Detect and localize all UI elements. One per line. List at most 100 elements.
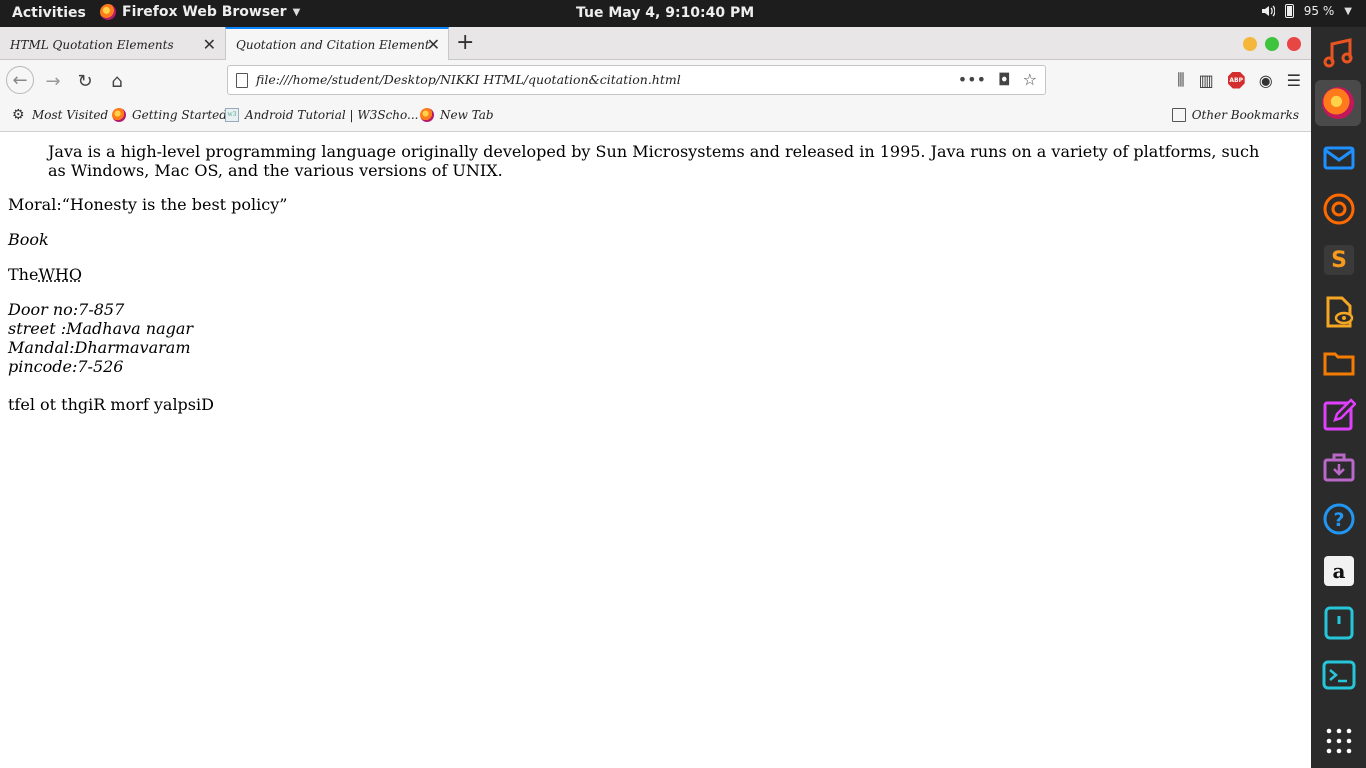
- clock[interactable]: Tue May 4, 9:10:40 PM: [576, 5, 754, 21]
- minimize-button[interactable]: [1243, 37, 1257, 51]
- bookmark-label: New Tab: [440, 108, 494, 122]
- address-block: Door no:7-857 street :Madhava nagar Mand…: [8, 300, 193, 376]
- back-button[interactable]: ←: [6, 66, 34, 94]
- firefox-icon: [420, 108, 434, 122]
- abbr-who[interactable]: WHO: [38, 265, 82, 284]
- dock-show-applications[interactable]: [1321, 723, 1357, 759]
- tab-quotation-and-citation[interactable]: Quotation and Citation Element ✕: [225, 27, 449, 60]
- volume-icon: [1261, 5, 1275, 17]
- page-icon: [236, 73, 248, 88]
- bookmark-label: Android Tutorial | W3Scho...: [245, 108, 419, 122]
- library-icon[interactable]: ⫼: [1177, 70, 1184, 90]
- amazon-icon: a: [1324, 556, 1354, 586]
- dock: S ? a: [1311, 27, 1366, 768]
- close-window-button[interactable]: [1287, 37, 1301, 51]
- adblock-icon[interactable]: ABP: [1227, 71, 1245, 89]
- dock-terminal[interactable]: [1321, 657, 1357, 693]
- abbr-prefix: The: [8, 265, 39, 284]
- moral-prefix: Moral:: [8, 195, 62, 214]
- moral-paragraph: Moral:“Honesty is the best policy”: [8, 195, 287, 214]
- activities-button[interactable]: Activities: [12, 5, 86, 21]
- close-icon[interactable]: ✕: [427, 35, 440, 54]
- dock-amazon[interactable]: a: [1321, 553, 1357, 589]
- software-bag-icon: [1323, 453, 1355, 482]
- url-actions: ••• ◘ ☆: [958, 70, 1037, 89]
- tab-label: Quotation and Citation Element: [236, 37, 430, 52]
- window-controls: [1243, 37, 1301, 51]
- top-bar: Activities Firefox Web Browser ▼ Tue May…: [0, 0, 1366, 27]
- system-menu[interactable]: 95 % ▼: [1261, 4, 1352, 18]
- dock-mouse-settings[interactable]: [1321, 605, 1357, 641]
- forward-button[interactable]: →: [40, 68, 66, 94]
- w3schools-icon: w3: [225, 108, 239, 122]
- document-viewer-icon: [1326, 296, 1354, 328]
- sidebar-icon[interactable]: ▥: [1199, 71, 1214, 90]
- firefox-icon: [100, 4, 116, 20]
- show-applications-icon: [1326, 728, 1352, 754]
- firefox-icon: [1322, 87, 1354, 119]
- other-bookmarks[interactable]: Other Bookmarks: [1171, 108, 1299, 122]
- app-menu-label: Firefox Web Browser: [122, 4, 287, 20]
- camera-aperture-icon: [1323, 193, 1355, 225]
- url-bar[interactable]: file:///home/student/Desktop/NIKKI HTML/…: [227, 65, 1046, 95]
- app-menu[interactable]: Firefox Web Browser ▼: [100, 4, 300, 20]
- sublime-text-icon: S: [1324, 245, 1354, 275]
- address-line: pincode:7-526: [8, 357, 124, 376]
- firefox-icon: [112, 108, 126, 122]
- cite-text: Book: [8, 230, 49, 249]
- bookmark-label: Most Visited: [32, 108, 109, 122]
- terminal-icon: [1322, 660, 1356, 690]
- tab-label: HTML Quotation Elements: [10, 37, 174, 52]
- address-line: Mandal:Dharmavaram: [8, 338, 191, 357]
- maximize-button[interactable]: [1265, 37, 1279, 51]
- dock-shotwell[interactable]: [1321, 191, 1357, 227]
- battery-icon: [1284, 4, 1294, 18]
- tab-html-quotation-elements[interactable]: HTML Quotation Elements ✕: [0, 29, 224, 60]
- moral-quote: “Honesty is the best policy”: [61, 195, 288, 214]
- abbr-paragraph: TheWHO: [8, 265, 82, 284]
- folder-icon: [1323, 352, 1355, 376]
- dock-text-editor[interactable]: [1321, 397, 1357, 433]
- dock-rhythmbox[interactable]: [1321, 35, 1357, 71]
- bookmark-most-visited[interactable]: ⚙ Most Visited: [12, 108, 108, 122]
- close-icon[interactable]: ✕: [203, 35, 216, 54]
- bdo-text: tfel ot thgiR morf yalpsiD: [8, 395, 214, 414]
- account-icon[interactable]: ◉: [1259, 71, 1273, 90]
- bookmark-getting-started[interactable]: Getting Started: [112, 108, 227, 122]
- dock-software[interactable]: [1321, 449, 1357, 485]
- svg-text:?: ?: [1333, 509, 1344, 531]
- mail-icon: [1323, 146, 1355, 170]
- help-icon: ?: [1323, 503, 1355, 535]
- tab-bar: HTML Quotation Elements ✕ Quotation and …: [0, 27, 1311, 60]
- bookmark-label: Getting Started: [132, 108, 227, 122]
- address-line: Door no:7-857: [8, 300, 125, 319]
- chevron-down-icon: ▼: [292, 6, 301, 18]
- home-button[interactable]: ⌂: [104, 68, 130, 94]
- dock-firefox[interactable]: [1315, 80, 1361, 126]
- dock-thunderbird[interactable]: [1321, 140, 1357, 176]
- page-content: Java is a high-level programming languag…: [0, 133, 1311, 768]
- url-text[interactable]: file:///home/student/Desktop/NIKKI HTML/…: [256, 72, 681, 87]
- page-actions-icon[interactable]: •••: [958, 70, 986, 89]
- pocket-icon[interactable]: ◘: [998, 70, 1011, 89]
- mouse-icon: [1324, 606, 1354, 640]
- blockquote-text: Java is a high-level programming languag…: [48, 142, 1260, 180]
- nav-bar: ← → ↻ ⌂ file:///home/student/Desktop/NIK…: [0, 60, 1311, 100]
- dock-help[interactable]: ?: [1321, 501, 1357, 537]
- edit-icon: [1323, 398, 1356, 431]
- battery-percent: 95 %: [1303, 4, 1335, 18]
- bookmark-star-icon[interactable]: ☆: [1023, 70, 1037, 89]
- dock-document-viewer[interactable]: [1321, 294, 1357, 330]
- rhythmbox-icon: [1323, 38, 1353, 68]
- dock-files[interactable]: [1321, 345, 1357, 381]
- bookmark-android-tutorial[interactable]: w3 Android Tutorial | W3Scho...: [225, 108, 418, 122]
- dock-sublime-text[interactable]: S: [1321, 242, 1357, 278]
- address-line: street :Madhava nagar: [8, 319, 194, 338]
- gear-icon: ⚙: [12, 107, 25, 123]
- other-bookmarks-label: Other Bookmarks: [1191, 108, 1299, 122]
- reload-button[interactable]: ↻: [72, 68, 98, 94]
- chevron-down-icon: ▼: [1344, 5, 1352, 17]
- bookmark-new-tab[interactable]: New Tab: [420, 108, 494, 122]
- new-tab-button[interactable]: +: [456, 30, 474, 55]
- menu-icon[interactable]: ☰: [1287, 71, 1301, 90]
